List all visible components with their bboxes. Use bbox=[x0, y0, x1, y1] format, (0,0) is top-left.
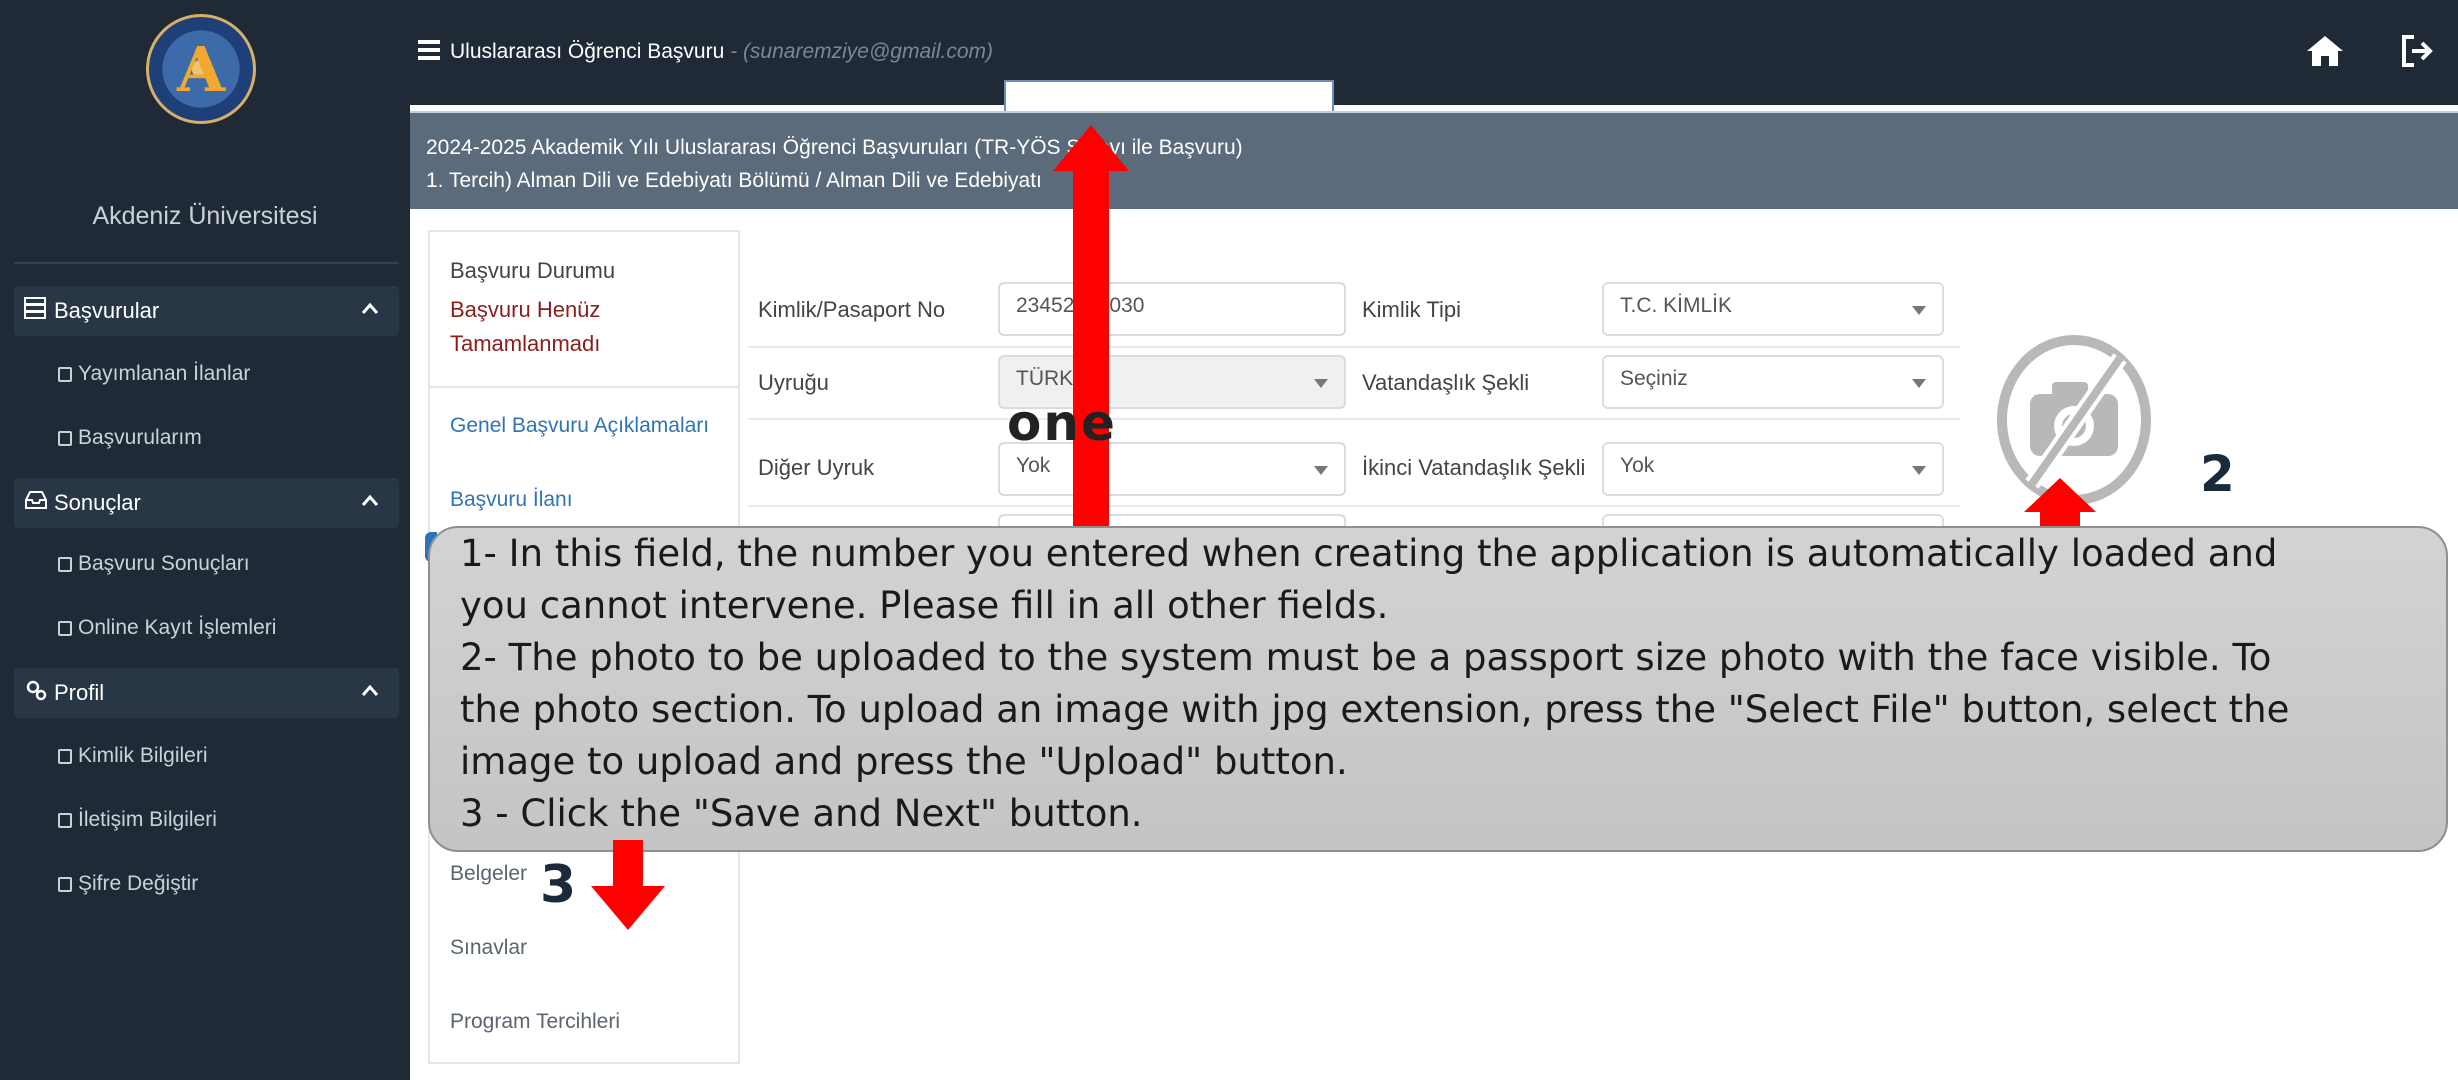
chevron-down-icon bbox=[1314, 466, 1328, 475]
instruction-callout: 1- In this field, the number you entered… bbox=[428, 526, 2448, 852]
callout-line: you cannot intervene. Please fill in all… bbox=[460, 584, 1389, 627]
chevron-up-icon bbox=[361, 684, 379, 696]
second-citizenship-label: İkinci Vatandaşlık Şekli bbox=[1362, 455, 1586, 480]
application-status-value: Başvuru Henüz Tamamlanmadı bbox=[450, 297, 601, 356]
callout-line: image to upload and press the "Upload" b… bbox=[460, 740, 1348, 783]
top-bar: Uluslararası Öğrenci Başvuru - (sunaremz… bbox=[410, 0, 2458, 105]
sidebar-item-kimlik-bilgileri[interactable]: Kimlik Bilgileri bbox=[58, 744, 208, 768]
callout-line: 1- In this field, the number you entered… bbox=[460, 532, 2278, 575]
annotation-label-one: one bbox=[1007, 394, 1117, 452]
annotation-arrow-up-icon bbox=[1053, 125, 1129, 171]
sidebar: A Akdeniz Üniversitesi Başvurular Yayıml… bbox=[0, 0, 410, 1080]
row-divider bbox=[748, 346, 1960, 348]
sidebar-item-basvurularim[interactable]: Başvurularım bbox=[58, 426, 202, 450]
logout-icon[interactable] bbox=[2400, 34, 2436, 68]
sidebar-item-basvuru-sonuclari[interactable]: Başvuru Sonuçları bbox=[58, 552, 250, 576]
hamburger-menu-icon[interactable] bbox=[418, 40, 440, 60]
citizenship-label: Vatandaşlık Şekli bbox=[1362, 370, 1530, 395]
callout-line: 3 - Click the "Save and Next" button. bbox=[460, 792, 1143, 835]
citizenship-select[interactable]: Seçiniz bbox=[1602, 355, 1944, 409]
id-type-select[interactable]: T.C. KİMLİK bbox=[1602, 282, 1944, 336]
chevron-down-icon bbox=[1314, 379, 1328, 388]
sidebar-item-iletisim-bilgileri[interactable]: İletişim Bilgileri bbox=[58, 808, 217, 832]
nav-link-general-info[interactable]: Genel Başvuru Açıklamaları bbox=[450, 414, 709, 438]
app-title: Uluslararası Öğrenci Başvuru bbox=[450, 40, 725, 63]
sidebar-item-sifre-degistir[interactable]: Şifre Değiştir bbox=[58, 872, 198, 896]
id-number-field[interactable]: 23452000030 bbox=[998, 282, 1346, 336]
other-nationality-label: Diğer Uyruk bbox=[758, 455, 875, 480]
callout-line: 2- The photo to be uploaded to the syste… bbox=[460, 636, 2272, 679]
chevron-down-icon bbox=[1912, 306, 1926, 315]
university-logo: A bbox=[146, 14, 256, 124]
annotation-label-three: 3 bbox=[540, 855, 577, 915]
sidebar-divider bbox=[14, 262, 399, 264]
sidebar-group-sonuclar[interactable]: Sonuçlar bbox=[14, 478, 399, 528]
chevron-up-icon bbox=[361, 494, 379, 506]
sidebar-group-label: Profil bbox=[54, 680, 105, 705]
annotation-arrow-shaft bbox=[613, 840, 643, 890]
cogs-icon bbox=[24, 678, 54, 709]
nationality-label: Uyruğu bbox=[758, 370, 829, 395]
sidebar-group-basvurular[interactable]: Başvurular bbox=[14, 286, 399, 336]
nav-item-documents[interactable]: Belgeler bbox=[450, 862, 527, 886]
user-email: - (sunaremziye@gmail.com) bbox=[724, 40, 993, 63]
callout-line: the photo section. To upload an image wi… bbox=[460, 688, 2290, 731]
sidebar-item-yayimlanan-ilanlar[interactable]: Yayımlanan İlanlar bbox=[58, 362, 250, 386]
id-number-label: Kimlik/Pasaport No bbox=[758, 297, 946, 322]
application-status-label: Başvuru Durumu bbox=[450, 258, 616, 283]
inbox-icon bbox=[24, 489, 54, 517]
nav-divider bbox=[430, 386, 738, 388]
nav-item-program-preferences[interactable]: Program Tercihleri bbox=[450, 1010, 620, 1034]
id-type-label: Kimlik Tipi bbox=[1362, 297, 1462, 322]
annotation-label-two: 2 bbox=[2200, 445, 2235, 503]
program-preference-title: 1. Tercih) Alman Dili ve Edebiyatı Bölüm… bbox=[426, 169, 1042, 192]
annotation-arrow-down-icon bbox=[591, 886, 665, 930]
application-header: 2024-2025 Akademik Yılı Uluslararası Öğr… bbox=[410, 111, 2458, 209]
sidebar-item-online-kayit[interactable]: Online Kayıt İşlemleri bbox=[58, 616, 276, 640]
row-divider bbox=[748, 418, 1960, 420]
chevron-down-icon bbox=[1912, 466, 1926, 475]
sidebar-group-label: Başvurular bbox=[54, 298, 160, 323]
university-name: Akdeniz Üniversitesi bbox=[92, 202, 318, 230]
row-divider bbox=[748, 505, 1960, 507]
chevron-down-icon bbox=[1912, 379, 1926, 388]
server-icon bbox=[24, 296, 54, 326]
second-citizenship-select[interactable]: Yok bbox=[1602, 442, 1944, 496]
chevron-up-icon bbox=[361, 302, 379, 314]
sidebar-group-label: Sonuçlar bbox=[54, 490, 141, 515]
nav-link-application-notice[interactable]: Başvuru İlanı bbox=[450, 488, 573, 512]
nav-item-exams[interactable]: Sınavlar bbox=[450, 936, 527, 960]
sidebar-group-profil[interactable]: Profil bbox=[14, 668, 399, 718]
home-icon[interactable] bbox=[2305, 34, 2345, 68]
